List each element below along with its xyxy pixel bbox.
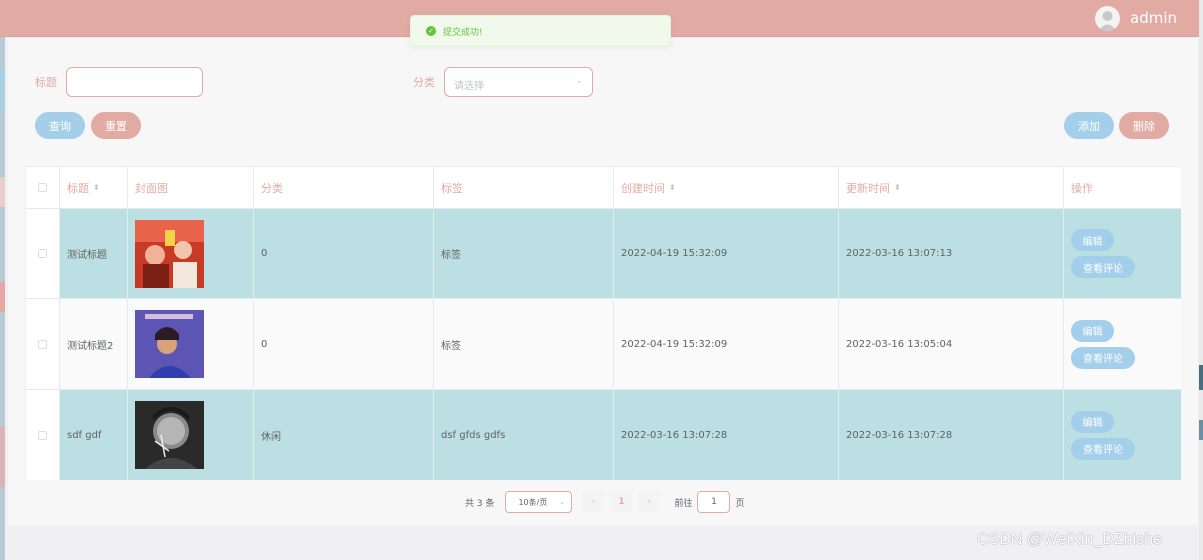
row-title: 测试标题2 bbox=[60, 299, 128, 389]
view-comments-button[interactable]: 查看评论 bbox=[1071, 437, 1135, 460]
row-tags: 标签 bbox=[434, 299, 614, 389]
column-header-cover: 封面图 bbox=[128, 167, 254, 208]
column-header-title[interactable]: 标题 ⬍ bbox=[60, 167, 128, 208]
success-toast: ✓ 提交成功! bbox=[410, 15, 671, 47]
check-circle-icon: ✓ bbox=[426, 26, 436, 36]
goto-page-input[interactable]: 1 bbox=[697, 491, 731, 513]
title-search-input[interactable] bbox=[66, 67, 203, 97]
edit-button[interactable]: 编辑 bbox=[1071, 319, 1114, 342]
view-comments-button[interactable]: 查看评论 bbox=[1071, 256, 1135, 278]
row-checkbox[interactable] bbox=[38, 339, 47, 349]
row-category: 0 bbox=[254, 209, 434, 298]
row-checkbox[interactable] bbox=[38, 430, 47, 440]
row-actions: 编辑 查看评论 bbox=[1064, 209, 1181, 298]
user-avatar-icon[interactable] bbox=[1095, 5, 1120, 31]
data-table: 标题 ⬍ 封面图 分类 标签 创建时间 ⬍ 更新时间 ⬍ 操作 测试标题 0 标签 2… bbox=[25, 166, 1181, 480]
table-row: sdf gdf 休闲 dsf gfds gdfs 2022-03-16 13:0… bbox=[26, 389, 1181, 480]
row-title: 测试标题 bbox=[60, 209, 128, 298]
row-updated: 2022-03-16 13:07:28 bbox=[839, 390, 1064, 480]
delete-button[interactable]: 删除 bbox=[1119, 112, 1169, 139]
view-comments-button[interactable]: 查看评论 bbox=[1071, 346, 1135, 369]
cover-image bbox=[128, 209, 254, 298]
row-category: 休闲 bbox=[254, 390, 434, 480]
pagination: 共 3 条 10条/页 ⌄ ‹ 1 › 前往 1 页 bbox=[465, 491, 744, 513]
row-actions: 编辑 查看评论 bbox=[1064, 299, 1181, 389]
left-edge-strip bbox=[0, 37, 5, 560]
row-updated: 2022-03-16 13:07:13 bbox=[839, 209, 1064, 298]
username[interactable]: admin bbox=[1130, 9, 1177, 27]
user-menu[interactable]: admin bbox=[1095, 5, 1177, 31]
page-number-current[interactable]: 1 bbox=[610, 491, 633, 513]
category-select[interactable]: 请选择 ⌄ bbox=[444, 67, 593, 97]
reset-button[interactable]: 重置 bbox=[91, 112, 141, 139]
goto-label: 前往 bbox=[674, 498, 693, 509]
scrollbar-strip[interactable] bbox=[1199, 0, 1203, 560]
sort-icon[interactable]: ⬍ bbox=[669, 183, 676, 192]
next-page-button[interactable]: › bbox=[638, 491, 661, 513]
table-header-row: 标题 ⬍ 封面图 分类 标签 创建时间 ⬍ 更新时间 ⬍ 操作 bbox=[26, 167, 1181, 208]
category-placeholder: 请选择 bbox=[454, 81, 484, 92]
category-filter-label: 分类 bbox=[413, 76, 435, 89]
row-created: 2022-03-16 13:07:28 bbox=[614, 390, 839, 480]
column-header-actions: 操作 bbox=[1071, 181, 1093, 195]
cover-image bbox=[128, 299, 254, 389]
page-suffix: 页 bbox=[735, 498, 745, 509]
row-tags: 标签 bbox=[434, 209, 614, 298]
toast-message: 提交成功! bbox=[443, 27, 483, 38]
select-all-checkbox[interactable] bbox=[38, 183, 47, 192]
column-header-updated[interactable]: 更新时间 ⬍ bbox=[839, 167, 1064, 208]
cover-image bbox=[128, 390, 254, 480]
pagination-total: 共 3 条 bbox=[465, 498, 495, 509]
row-updated: 2022-03-16 13:05:04 bbox=[839, 299, 1064, 389]
row-category: 0 bbox=[254, 299, 434, 389]
title-filter-label: 标题 bbox=[35, 76, 57, 89]
column-header-category: 分类 bbox=[254, 167, 434, 208]
watermark: CSDN @WeiXin_DZbishe bbox=[977, 531, 1162, 548]
row-checkbox[interactable] bbox=[38, 249, 47, 258]
table-row: 测试标题2 0 标签 2022-04-19 15:32:09 2022-03-1… bbox=[26, 298, 1181, 389]
page-size-select[interactable]: 10条/页 ⌄ bbox=[505, 491, 573, 513]
chevron-down-icon: ⌄ bbox=[575, 76, 583, 86]
prev-page-button[interactable]: ‹ bbox=[582, 491, 605, 513]
add-button[interactable]: 添加 bbox=[1064, 112, 1114, 139]
column-header-created[interactable]: 创建时间 ⬍ bbox=[614, 167, 839, 208]
row-created: 2022-04-19 15:32:09 bbox=[614, 299, 839, 389]
edit-button[interactable]: 编辑 bbox=[1071, 410, 1114, 433]
row-actions: 编辑 查看评论 bbox=[1064, 390, 1181, 480]
row-tags: dsf gfds gdfs bbox=[434, 390, 614, 480]
sort-icon[interactable]: ⬍ bbox=[93, 183, 100, 192]
column-header-tags: 标签 bbox=[434, 167, 614, 208]
edit-button[interactable]: 编辑 bbox=[1071, 229, 1114, 251]
row-title: sdf gdf bbox=[60, 390, 128, 480]
query-button[interactable]: 查询 bbox=[35, 112, 85, 139]
table-row: 测试标题 0 标签 2022-04-19 15:32:09 2022-03-16… bbox=[26, 208, 1181, 298]
chevron-down-icon: ⌄ bbox=[558, 497, 566, 506]
sort-icon[interactable]: ⬍ bbox=[894, 183, 901, 192]
row-created: 2022-04-19 15:32:09 bbox=[614, 209, 839, 298]
